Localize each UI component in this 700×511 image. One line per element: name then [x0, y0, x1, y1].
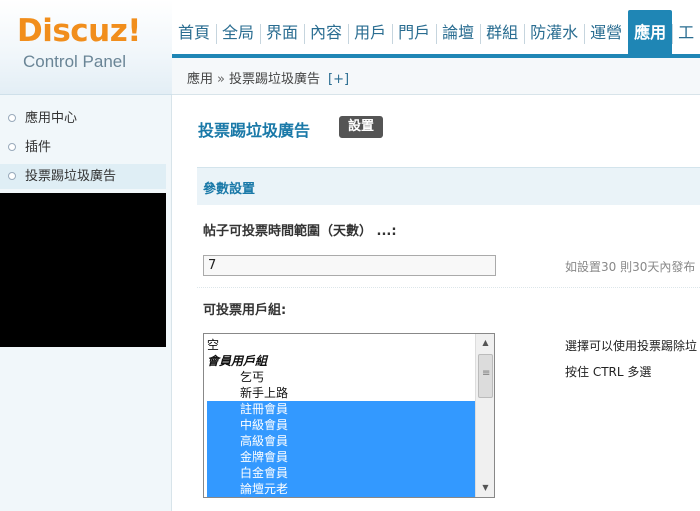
- redacted-block: [0, 193, 166, 347]
- breadcrumb-bar: 應用 » 投票踢垃圾廣告 [+]: [172, 58, 700, 95]
- nav-item-content[interactable]: 內容: [304, 10, 348, 56]
- top-nav: 首頁 全局 界面 內容 用戶 門戶 論壇 群組 防灌水 運營 應用 工: [172, 10, 700, 56]
- nav-item-groups[interactable]: 群組: [480, 10, 524, 56]
- sidebar: 應用中心 插件 投票踢垃圾廣告: [0, 95, 172, 511]
- nav-item-apps[interactable]: 應用: [628, 10, 673, 56]
- scroll-down-icon[interactable]: ▼: [477, 480, 494, 496]
- page-title: 投票踢垃圾廣告: [198, 121, 311, 140]
- bullet-icon: [8, 114, 16, 122]
- breadcrumb-current: 投票踢垃圾廣告: [228, 72, 320, 87]
- vote-days-input[interactable]: [203, 255, 496, 276]
- sidebar-item-app-center[interactable]: 應用中心: [0, 106, 166, 131]
- nav-item-interface[interactable]: 界面: [260, 10, 304, 56]
- logo-title: Discuz!: [17, 13, 141, 49]
- nav-item-portal[interactable]: 門戶: [392, 10, 436, 56]
- scroll-thumb[interactable]: [478, 354, 493, 398]
- option-intermediate-member[interactable]: 中級會員: [207, 417, 475, 433]
- nav-item-tools[interactable]: 工: [672, 10, 700, 56]
- sidebar-item-label: 應用中心: [25, 111, 78, 126]
- scroll-up-icon[interactable]: ▲: [477, 335, 494, 351]
- breadcrumb: 應用 » 投票踢垃圾廣告 [+]: [187, 68, 349, 87]
- main-content: 投票踢垃圾廣告 設置 參數設置 帖子可投票時間範圍（天數） ...: 如設置30…: [172, 95, 700, 511]
- nav-item-antispam[interactable]: 防灌水: [524, 10, 584, 56]
- nav-item-forum[interactable]: 論壇: [436, 10, 480, 56]
- option-newbie[interactable]: 新手上路: [207, 385, 475, 401]
- user-groups-label: 可投票用戶組:: [203, 303, 287, 318]
- nav-item-home[interactable]: 首頁: [172, 10, 216, 56]
- section-header: 參數設置: [197, 167, 700, 205]
- multi-select-hint: 按住 CTRL 多選: [565, 365, 652, 379]
- bullet-icon: [8, 143, 16, 151]
- header: Discuz! Control Panel 首頁 全局 界面 內容 用戶 門戶 …: [0, 0, 700, 95]
- breadcrumb-separator: »: [217, 72, 225, 87]
- add-shortcut-link[interactable]: [+]: [328, 72, 349, 87]
- option-gold-member[interactable]: 金牌會員: [207, 449, 475, 465]
- option-registered-member[interactable]: 註冊會員: [207, 401, 475, 417]
- user-groups-hint: 選擇可以使用投票踢除垃: [565, 339, 698, 353]
- listbox-scrollbar[interactable]: ▲ ▼: [475, 334, 494, 497]
- settings-button[interactable]: 設置: [339, 116, 383, 138]
- logo-subtitle: Control Panel: [23, 52, 127, 71]
- sidebar-item-label: 插件: [25, 140, 52, 155]
- sidebar-item-vote-spam[interactable]: 投票踢垃圾廣告: [0, 164, 166, 189]
- option-senior-member[interactable]: 高級會員: [207, 433, 475, 449]
- logo[interactable]: Discuz! Control Panel: [0, 0, 172, 95]
- option-platinum-member[interactable]: 白金會員: [207, 465, 475, 481]
- user-groups-multiselect[interactable]: 空 會員用戶組 乞丐 新手上路 註冊會員 中級會員 高級會員 金牌會員 白金會員…: [203, 333, 495, 498]
- vote-days-hint: 如設置30 則30天內發布: [565, 260, 696, 274]
- nav-item-operations[interactable]: 運營: [584, 10, 628, 56]
- sidebar-item-label: 投票踢垃圾廣告: [25, 169, 117, 184]
- nav-item-global[interactable]: 全局: [216, 10, 260, 56]
- bullet-icon: [8, 172, 16, 180]
- option-beggar[interactable]: 乞丐: [207, 369, 475, 385]
- vote-days-label: 帖子可投票時間範圍（天數） ...:: [203, 224, 397, 239]
- option-empty[interactable]: 空: [207, 337, 475, 353]
- option-forum-elder[interactable]: 論壇元老: [207, 481, 475, 497]
- divider: [197, 287, 700, 288]
- breadcrumb-root[interactable]: 應用: [187, 72, 213, 87]
- sidebar-item-plugins[interactable]: 插件: [0, 135, 166, 160]
- section-title: 參數設置: [203, 182, 256, 197]
- optgroup-member-groups: 會員用戶組: [207, 354, 268, 368]
- nav-item-users[interactable]: 用戶: [348, 10, 392, 56]
